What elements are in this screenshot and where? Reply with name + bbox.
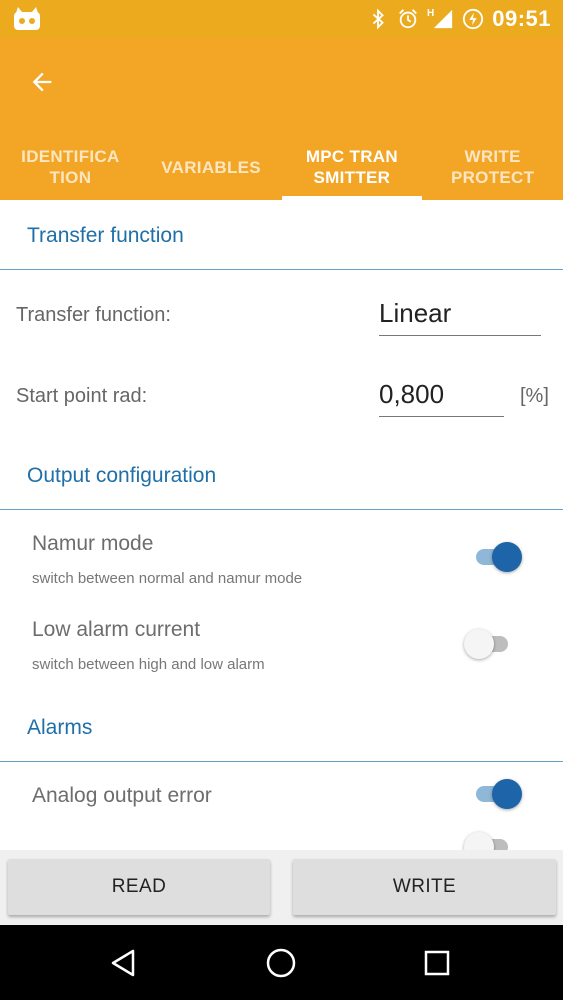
next-alarm-toggle-partial[interactable] [464,830,520,850]
section-divider [0,509,563,510]
section-title: Transfer function [27,224,184,247]
tab-identification[interactable]: IDENTIFICA TION [0,134,141,200]
tab-bar: IDENTIFICA TION VARIABLES MPC TRAN SMITT… [0,134,563,200]
namur-mode-subtitle: switch between normal and namur mode [32,570,303,587]
section-title: Alarms [27,716,93,739]
recents-square-icon [424,950,450,976]
analog-output-error-title: Analog output error [32,784,212,807]
tab-label: IDENTIFICA TION [21,147,120,187]
toggle-thumb [464,629,494,659]
tab-label: MPC TRAN SMITTER [305,147,398,187]
tab-variables[interactable]: VARIABLES [141,134,282,200]
tab-mpc-transmitter[interactable]: MPC TRAN SMITTER [281,134,423,200]
battery-charging-icon [463,8,484,30]
toggle-thumb [464,832,494,850]
start-point-rad-label: Start point rad: [16,385,148,407]
back-triangle-icon [111,949,135,977]
tab-label: VARIABLES [161,157,261,177]
system-nav-bar [0,925,563,1000]
write-button[interactable]: WRITE [293,859,556,915]
app-notification-icon [14,7,40,30]
bluetooth-icon [372,8,384,30]
back-button[interactable] [20,60,64,104]
start-point-rad-input[interactable]: 0,800 [379,379,504,417]
section-divider [0,761,563,762]
home-circle-icon [266,948,296,978]
transfer-function-select[interactable]: Linear [379,298,541,336]
status-bar: H 09:51 [0,0,563,38]
namur-mode-toggle[interactable] [472,540,528,574]
low-alarm-current-title: Low alarm current [32,618,201,641]
alarm-icon [399,9,417,29]
namur-mode-title: Namur mode [32,532,154,555]
section-output-configuration: Output configuration [0,440,563,510]
section-transfer-function: Transfer function [0,200,563,270]
toggle-thumb [492,542,522,572]
status-time: 09:51 [492,6,551,31]
action-bar: READ WRITE [0,850,563,925]
read-button[interactable]: READ [8,859,270,915]
section-alarms: Alarms [0,692,563,762]
tab-label: WRITE PROTECT [450,147,535,187]
signal-icon [434,9,453,29]
low-alarm-current-toggle[interactable] [464,627,520,661]
start-point-unit: [%] [520,385,549,407]
transfer-function-label: Transfer function: [16,304,171,326]
section-title: Output configuration [27,464,217,487]
section-divider [0,269,563,270]
nav-recents-button[interactable] [417,943,457,983]
tab-write-protect[interactable]: WRITE PROTECT [422,134,563,200]
settings-content[interactable]: Transfer function Transfer function: Lin… [0,200,563,850]
nav-home-button[interactable] [261,943,301,983]
arrow-back-icon [32,72,52,92]
app-bar: IDENTIFICA TION VARIABLES MPC TRAN SMITT… [0,38,563,200]
toggle-thumb [492,779,522,809]
analog-output-error-toggle[interactable] [472,777,528,811]
low-alarm-current-subtitle: switch between high and low alarm [32,656,265,673]
nav-back-button[interactable] [104,943,144,983]
